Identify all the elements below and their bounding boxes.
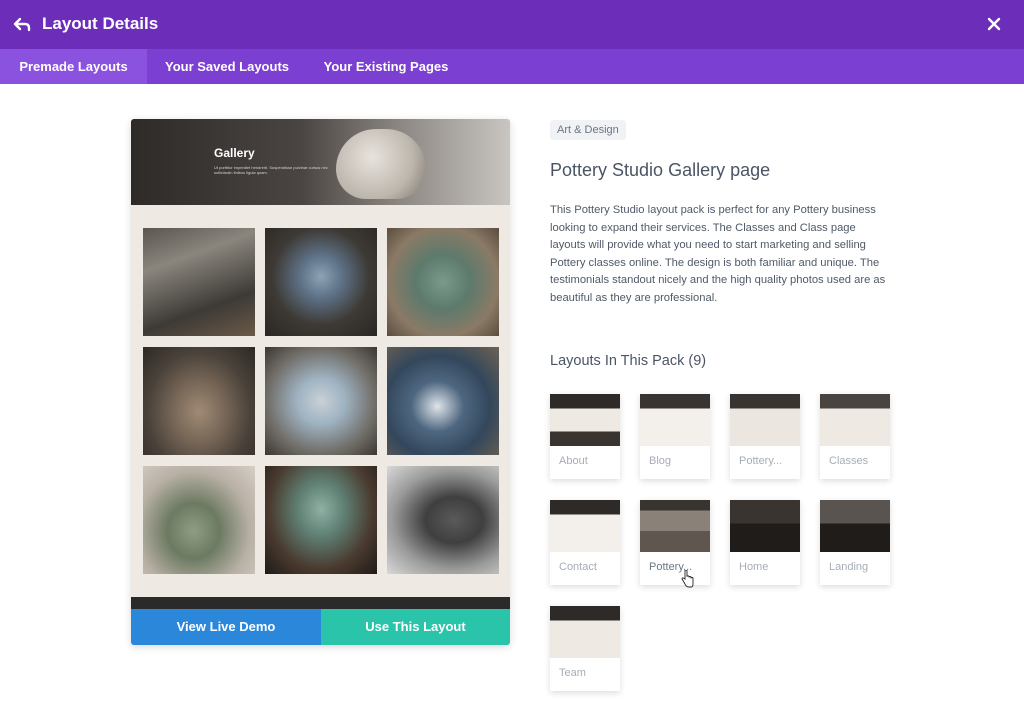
layout-thumbnail <box>550 500 620 552</box>
layout-card-pottery-2[interactable]: Pottery... <box>640 500 710 585</box>
layout-card-about[interactable]: About <box>550 394 620 479</box>
preview-hero: Gallery Ut porttitor imperdiet hendrerit… <box>131 119 510 205</box>
gallery-photo <box>143 228 255 336</box>
layout-card-label: About <box>559 455 588 467</box>
tab-bar: Premade Layouts Your Saved Layouts Your … <box>0 49 1024 84</box>
preview-footer <box>131 597 510 609</box>
gallery-photo <box>387 466 499 574</box>
gallery-photo <box>265 466 377 574</box>
layout-thumbnail <box>730 394 800 446</box>
hand-pointer-icon <box>681 570 694 588</box>
teacup-image <box>336 129 426 199</box>
layout-card-label: Pottery... <box>739 455 783 467</box>
layout-card-team[interactable]: Team <box>550 606 620 691</box>
modal-header: Layout Details <box>0 0 1024 49</box>
pack-heading: Layouts In This Pack (9) <box>550 353 707 369</box>
tab-premade-layouts[interactable]: Premade Layouts <box>0 49 147 84</box>
tab-your-saved-layouts[interactable]: Your Saved Layouts <box>147 49 307 84</box>
layout-card-label: Home <box>739 561 769 573</box>
layout-thumbnail <box>550 606 620 658</box>
preview-hero-title: Gallery <box>214 146 255 160</box>
close-icon[interactable] <box>984 14 1004 34</box>
gallery-photo <box>265 347 377 455</box>
layout-thumbnail <box>730 500 800 552</box>
layout-card-label: Landing <box>829 561 869 573</box>
view-live-demo-button[interactable]: View Live Demo <box>131 609 321 645</box>
layout-card-label: Blog <box>649 455 672 467</box>
preview-hero-subtitle: Ut porttitor imperdiet hendrerit. Suspen… <box>214 165 328 175</box>
gallery-photo <box>143 466 255 574</box>
layout-card-classes[interactable]: Classes <box>820 394 890 479</box>
gallery-photo <box>387 228 499 336</box>
layout-preview: Gallery Ut porttitor imperdiet hendrerit… <box>131 119 510 645</box>
layout-card-blog[interactable]: Blog <box>640 394 710 479</box>
category-badge: Art & Design <box>550 120 626 140</box>
layout-card-label: Classes <box>829 455 869 467</box>
layout-thumbnail <box>820 394 890 446</box>
gallery-photo <box>387 347 499 455</box>
layout-card-home[interactable]: Home <box>730 500 800 585</box>
layout-card-label: Contact <box>559 561 597 573</box>
tab-your-existing-pages[interactable]: Your Existing Pages <box>307 49 465 84</box>
gallery-photo <box>265 228 377 336</box>
layout-thumbnail <box>550 394 620 446</box>
layout-thumbnail <box>640 500 710 552</box>
use-this-layout-button[interactable]: Use This Layout <box>321 609 510 645</box>
modal-title: Layout Details <box>42 14 159 33</box>
layout-title: Pottery Studio Gallery page <box>550 160 771 180</box>
layout-card-contact[interactable]: Contact <box>550 500 620 585</box>
layout-thumbnail <box>820 500 890 552</box>
layout-thumbnail <box>640 394 710 446</box>
layout-card-label: Team <box>559 667 586 679</box>
gallery-photo <box>143 347 255 455</box>
back-arrow-icon[interactable] <box>12 14 32 34</box>
layout-card-landing[interactable]: Landing <box>820 500 890 585</box>
layout-description: This Pottery Studio layout pack is perfe… <box>550 204 886 304</box>
layout-card-pottery-1[interactable]: Pottery... <box>730 394 800 479</box>
